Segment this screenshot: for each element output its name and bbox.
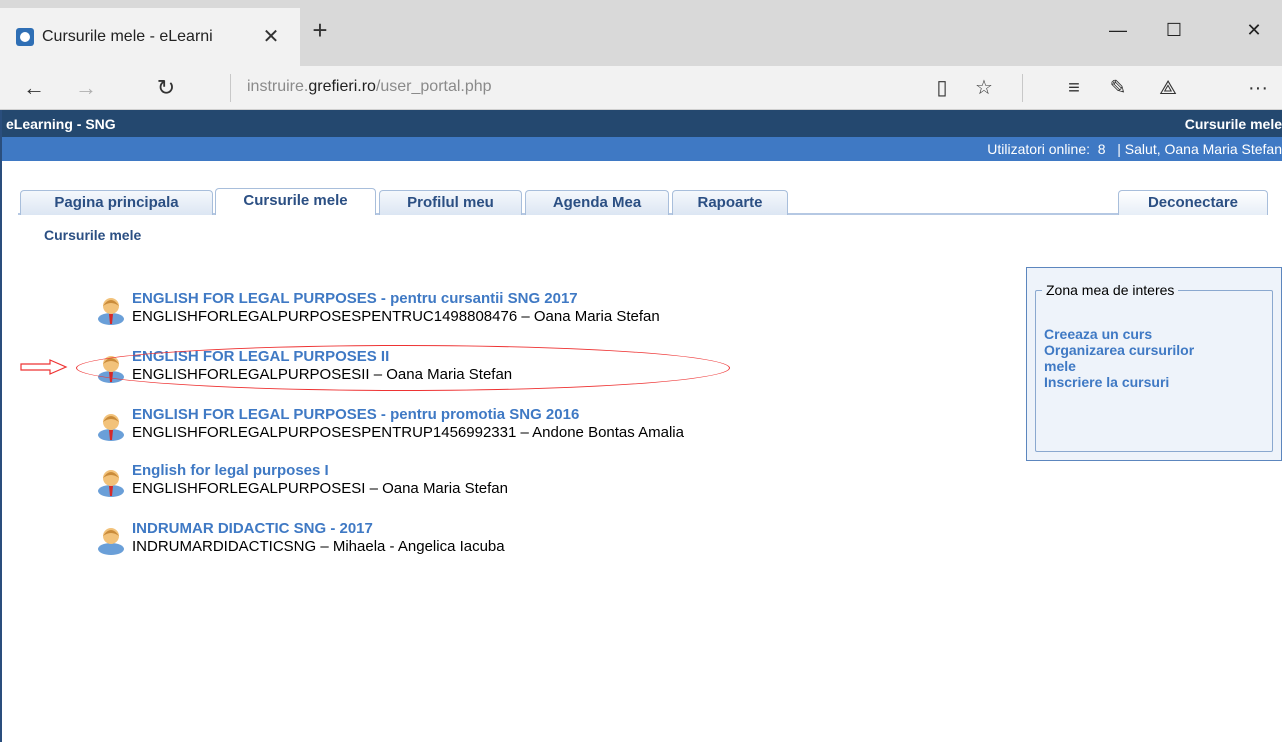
site-favicon-icon — [16, 28, 34, 46]
interest-legend: Zona mea de interes — [1046, 282, 1175, 298]
course-code-owner: ENGLISHFORLEGALPURPOSESPENTRUC1498808476… — [132, 308, 660, 325]
tab-profilul-meu[interactable]: Profilul meu — [379, 190, 522, 215]
section-title: Cursurile mele — [1184, 116, 1282, 132]
course-item: INDRUMAR DIDACTIC SNG - 2017 INDRUMARDID… — [96, 520, 796, 560]
course-item: English for legal purposes I ENGLISHFORL… — [96, 462, 796, 502]
interest-links: Creeaza un curs Organizarea cursurilor me… — [1044, 326, 1194, 390]
portal-tabs: Pagina principala Cursurile mele Profilu… — [2, 161, 1282, 215]
course-title-link[interactable]: INDRUMAR DIDACTIC SNG - 2017 — [132, 520, 373, 537]
course-item: ENGLISH FOR LEGAL PURPOSES - pentru prom… — [96, 406, 796, 446]
more-icon[interactable]: ··· — [1238, 66, 1278, 110]
minimize-icon[interactable]: — — [1090, 8, 1146, 52]
hub-icon[interactable]: ≡ — [1054, 66, 1094, 110]
url-host: grefieri.ro — [308, 78, 376, 95]
pointer-arrow-icon — [20, 359, 68, 375]
browser-tab[interactable]: Cursurile mele - eLearni ✕ — [0, 8, 300, 66]
course-code-owner: ENGLISHFORLEGALPURPOSESPENTRUP1456992331… — [132, 424, 684, 441]
course-code-owner: ENGLISHFORLEGALPURPOSESI – Oana Maria St… — [132, 480, 508, 497]
enroll-courses-link[interactable]: Inscriere la cursuri — [1044, 374, 1194, 390]
maximize-icon[interactable]: ☐ — [1146, 8, 1202, 52]
teacher-icon — [98, 298, 124, 325]
online-label: Utilizatori online: — [987, 141, 1091, 157]
address-url[interactable]: instruire.grefieri.ro/user_portal.php — [247, 78, 492, 96]
teacher-icon — [98, 414, 124, 441]
interest-fieldset: Zona mea de interes Creeaza un curs Orga… — [1035, 282, 1273, 452]
back-icon[interactable]: ← — [14, 66, 54, 110]
organize-courses-line2: mele — [1044, 358, 1076, 374]
url-prefix: instruire. — [247, 78, 309, 95]
organize-courses-link[interactable]: Organizarea cursurilor mele — [1044, 342, 1194, 374]
interest-panel: Zona mea de interes Creeaza un curs Orga… — [1026, 267, 1282, 461]
greeting: | Salut, Oana Maria Stefan — [1117, 141, 1282, 157]
course-title-link[interactable]: ENGLISH FOR LEGAL PURPOSES - pentru curs… — [132, 290, 578, 307]
site-header: eLearning - SNG Cursurile mele — [2, 110, 1282, 137]
teacher-icon — [98, 470, 124, 497]
user-info: Utilizatori online: 8 | Salut, Oana Mari… — [987, 141, 1282, 157]
favorite-star-icon[interactable]: ☆ — [964, 66, 1004, 110]
course-code-owner: INDRUMARDIDACTICSNG – Mihaela - Angelica… — [132, 538, 505, 555]
course-item: ENGLISH FOR LEGAL PURPOSES - pentru curs… — [96, 290, 796, 330]
forward-icon[interactable]: → — [66, 66, 106, 110]
organize-courses-line1: Organizarea cursurilor — [1044, 342, 1195, 358]
browser-tab-title: Cursurile mele - eLearni — [42, 28, 213, 45]
logout-button[interactable]: Deconectare — [1118, 190, 1268, 215]
toolbar-separator — [1022, 74, 1023, 102]
course-title-link[interactable]: English for legal purposes I — [132, 462, 329, 479]
reading-view-icon[interactable]: ▯ — [922, 66, 962, 110]
student-icon — [98, 528, 124, 555]
tab-rapoarte[interactable]: Rapoarte — [672, 190, 788, 215]
course-title-link[interactable]: ENGLISH FOR LEGAL PURPOSES - pentru prom… — [132, 406, 579, 423]
address-bar-row: ← → ↻ instruire.grefieri.ro/user_portal.… — [0, 66, 1282, 110]
tab-cursurile-mele[interactable]: Cursurile mele — [215, 188, 376, 215]
tab-pagina-principala[interactable]: Pagina principala — [20, 190, 213, 215]
new-tab-button[interactable]: + — [300, 8, 340, 52]
site-name: eLearning - SNG — [6, 116, 116, 132]
address-separator — [230, 74, 231, 102]
page-content: eLearning - SNG Cursurile mele Utilizato… — [0, 110, 1282, 742]
share-icon[interactable]: ⟁ — [1148, 66, 1188, 110]
highlight-ellipse — [76, 345, 730, 391]
close-tab-icon[interactable]: ✕ — [258, 24, 284, 50]
close-window-icon[interactable]: ✕ — [1226, 8, 1282, 52]
user-bar: Utilizatori online: 8 | Salut, Oana Mari… — [2, 137, 1282, 161]
tab-agenda-mea[interactable]: Agenda Mea — [525, 190, 669, 215]
refresh-icon[interactable]: ↻ — [146, 66, 186, 110]
breadcrumb[interactable]: Cursurile mele — [44, 227, 141, 243]
browser-tabstrip: Cursurile mele - eLearni ✕ + — ☐ ✕ — [0, 0, 1282, 66]
url-path: /user_portal.php — [375, 78, 492, 95]
create-course-link[interactable]: Creeaza un curs — [1044, 326, 1194, 342]
online-count: 8 — [1097, 141, 1106, 157]
web-note-icon[interactable]: ✎ — [1098, 66, 1138, 110]
